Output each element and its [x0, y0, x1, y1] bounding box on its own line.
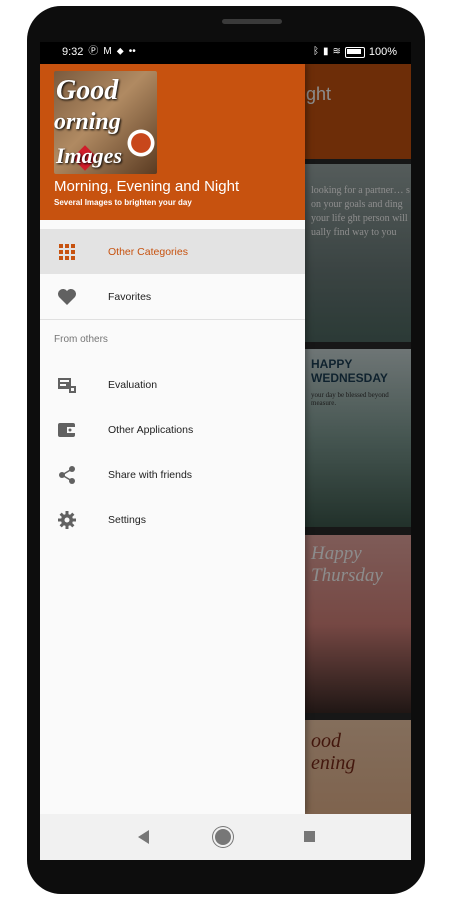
battery-icon — [344, 46, 365, 58]
location-icon: ⬥ — [116, 46, 124, 57]
menu-item-settings[interactable]: Settings — [40, 497, 305, 542]
menu-item-label: Other Categories — [108, 245, 188, 258]
more-icon: •• — [128, 46, 136, 57]
header-image-text: Good — [56, 75, 119, 106]
wifi-icon: ≋ — [332, 46, 341, 57]
recents-icon[interactable] — [304, 831, 315, 842]
drawer-subtitle: Several Images to brighten your day — [54, 198, 192, 207]
signal-icon: ▮ — [322, 46, 329, 57]
menu-item-label: Favorites — [108, 290, 152, 303]
gear-icon — [55, 508, 79, 532]
back-icon[interactable] — [138, 830, 149, 844]
drawer-menu: Other Categories Favorites From others E… — [40, 229, 305, 542]
rate-review-icon — [55, 373, 79, 397]
system-nav-bar — [40, 814, 411, 860]
grid-icon — [55, 240, 79, 264]
menu-item-favorites[interactable]: Favorites — [40, 274, 305, 319]
section-label: From others — [54, 334, 108, 345]
p-badge-icon: Ⓟ — [88, 46, 99, 57]
battery-percent: 100% — [368, 46, 397, 58]
speaker-grille — [222, 19, 282, 24]
header-image: Good orning Images — [54, 71, 157, 174]
menu-item-label: Share with friends — [108, 468, 193, 481]
share-icon — [55, 463, 79, 487]
status-bar: 9:32 Ⓟ M ⬥ •• ᛒ ▮ ≋ 100% — [40, 42, 411, 64]
home-icon[interactable] — [215, 829, 231, 845]
menu-item-share[interactable]: Share with friends — [40, 452, 305, 497]
apps-wallet-icon — [55, 418, 79, 442]
menu-item-label: Other Applications — [108, 423, 194, 436]
header-image-text: Images — [56, 143, 122, 168]
menu-item-evaluation[interactable]: Evaluation — [40, 362, 305, 407]
navigation-drawer: Good orning Images Morning, Evening and … — [40, 64, 305, 814]
menu-item-label: Settings — [108, 513, 146, 526]
header-image-text: orning — [54, 109, 121, 135]
drawer-title: Morning, Evening and Night — [54, 178, 240, 195]
status-time: 9:32 — [62, 46, 84, 58]
bluetooth-icon: ᛒ — [312, 46, 319, 57]
heart-icon — [55, 285, 79, 309]
drawer-header: Good orning Images Morning, Evening and … — [40, 64, 305, 220]
menu-item-other-applications[interactable]: Other Applications — [40, 407, 305, 452]
coffee-cup-graphic — [124, 126, 157, 160]
gmail-icon: M — [103, 46, 112, 57]
menu-item-label: Evaluation — [108, 378, 158, 391]
screen: 9:32 Ⓟ M ⬥ •• ᛒ ▮ ≋ 100% light looking f… — [40, 42, 411, 860]
menu-item-other-categories[interactable]: Other Categories — [40, 229, 305, 274]
section-header: From others — [40, 320, 305, 362]
